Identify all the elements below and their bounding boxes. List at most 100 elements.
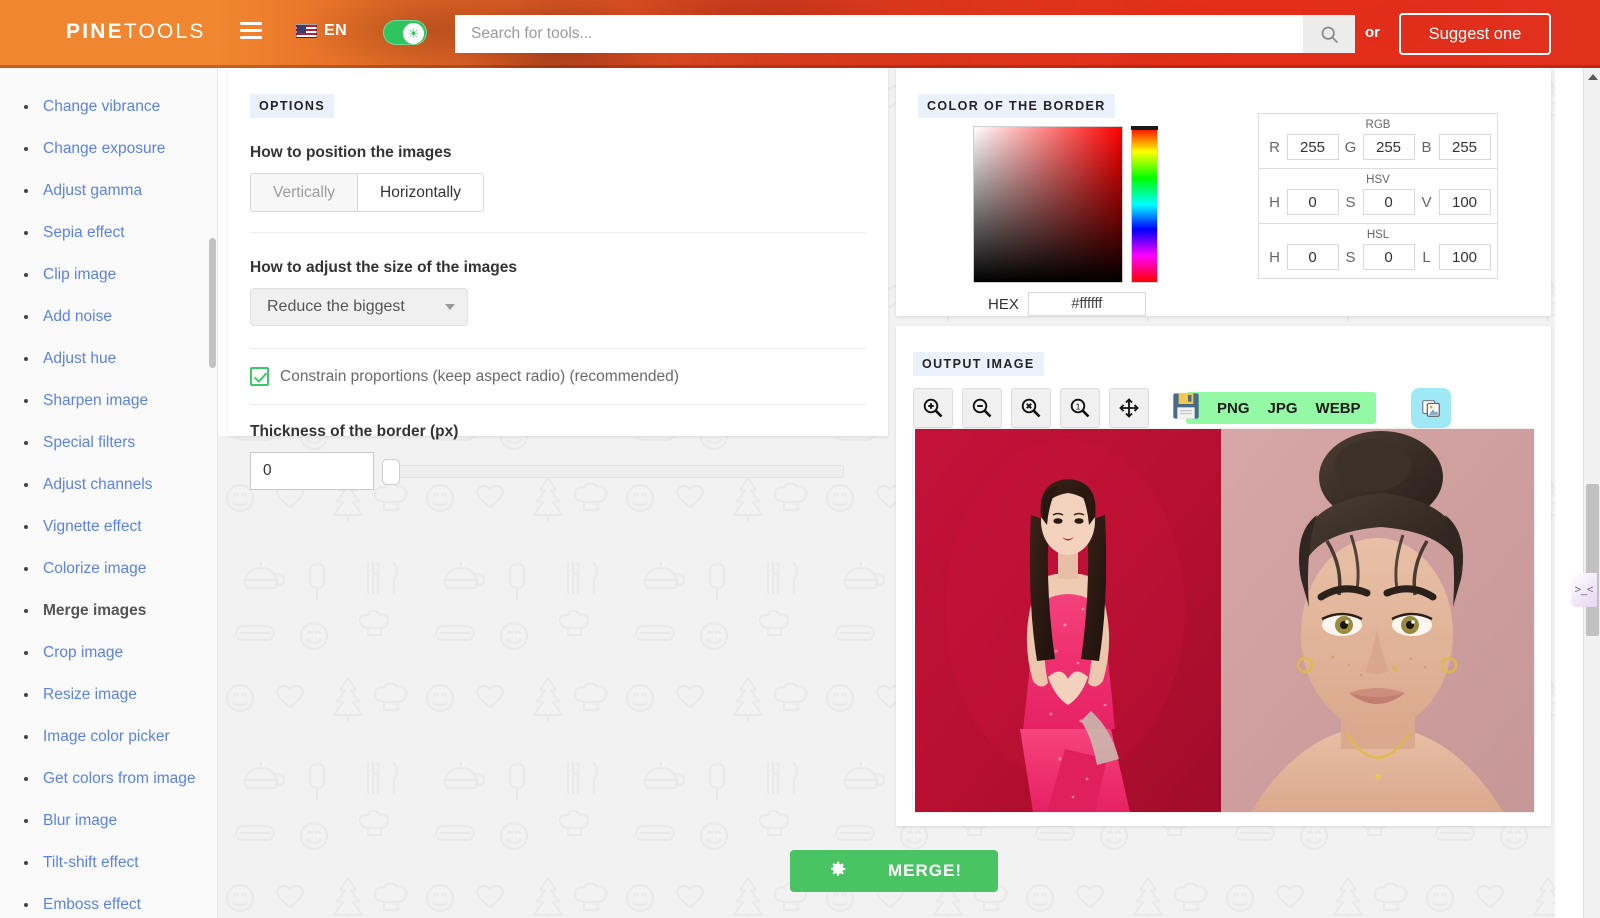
sidebar-item-change-exposure[interactable]: Change exposure xyxy=(24,128,217,170)
size-select[interactable]: Reduce the biggest xyxy=(250,288,468,326)
color-field-rgb-g[interactable] xyxy=(1362,134,1415,160)
zoom-in-button[interactable] xyxy=(913,388,953,428)
theme-toggle[interactable]: ☀ xyxy=(383,20,427,45)
sidebar-item-label[interactable]: Adjust gamma xyxy=(43,182,142,199)
sidebar-item-label[interactable]: Colorize image xyxy=(43,560,146,577)
bullet-icon xyxy=(24,861,28,865)
bullet-icon xyxy=(24,273,28,277)
sidebar-item-label[interactable]: Vignette effect xyxy=(43,518,142,535)
format-png-button[interactable]: PNG xyxy=(1208,400,1259,417)
copy-images-button[interactable] xyxy=(1410,388,1451,428)
position-horizontal-button[interactable]: Horizontally xyxy=(357,174,484,211)
sidebar-item-resize-image[interactable]: Resize image xyxy=(24,674,217,716)
color-field-hsl-s[interactable] xyxy=(1362,244,1415,270)
sidebar-item-label[interactable]: Blur image xyxy=(43,812,117,829)
merge-button[interactable]: MERGE! xyxy=(790,850,998,892)
sun-icon: ☀ xyxy=(403,23,424,44)
saturation-value-square[interactable] xyxy=(973,126,1123,283)
zoom-reset-icon xyxy=(1021,398,1041,418)
hex-input[interactable] xyxy=(1027,292,1146,316)
move-icon xyxy=(1119,398,1139,418)
sidebar-item-get-colors-from-image[interactable]: Get colors from image xyxy=(24,758,217,800)
logo-tools: TOOLS xyxy=(123,20,206,43)
constrain-proportions-label: Constrain proportions (keep aspect radio… xyxy=(280,367,679,385)
page-scrollbar[interactable] xyxy=(1583,68,1600,918)
bullet-icon xyxy=(24,441,28,445)
sidebar-item-label[interactable]: Merge images xyxy=(43,602,146,619)
hamburger-icon[interactable] xyxy=(240,22,262,44)
color-field-hsv-s[interactable] xyxy=(1362,189,1415,215)
sidebar-item-label[interactable]: Get colors from image xyxy=(43,770,195,787)
color-field-rgb-b[interactable] xyxy=(1438,134,1491,160)
zoom-reset-button[interactable] xyxy=(1011,388,1051,428)
sidebar-item-adjust-hue[interactable]: Adjust hue xyxy=(24,338,217,380)
sidebar-item-image-color-picker[interactable]: Image color picker xyxy=(24,716,217,758)
size-label: How to adjust the size of the images xyxy=(250,259,517,276)
sidebar-item-label[interactable]: Adjust channels xyxy=(43,476,152,493)
feedback-widget[interactable]: >_< xyxy=(1571,573,1597,607)
sidebar-item-label[interactable]: Crop image xyxy=(43,644,123,661)
border-thickness-input[interactable] xyxy=(250,452,374,490)
language-selector[interactable]: EN xyxy=(296,22,347,40)
merged-output-image[interactable] xyxy=(913,429,1534,812)
page-scrollbar-thumb[interactable] xyxy=(1586,484,1599,636)
constrain-proportions-row[interactable]: Constrain proportions (keep aspect radio… xyxy=(250,367,866,386)
position-vertical-button[interactable]: Vertically xyxy=(251,174,358,211)
sidebar-item-change-vibrance[interactable]: Change vibrance xyxy=(24,86,217,128)
sidebar-item-sepia-effect[interactable]: Sepia effect xyxy=(24,212,217,254)
sidebar-item-add-noise[interactable]: Add noise xyxy=(24,296,217,338)
sidebar-item-vignette-effect[interactable]: Vignette effect xyxy=(24,506,217,548)
sidebar-item-adjust-channels[interactable]: Adjust channels xyxy=(24,464,217,506)
sidebar-item-label[interactable]: Clip image xyxy=(43,266,116,283)
sidebar-item-sharpen-image[interactable]: Sharpen image xyxy=(24,380,217,422)
sidebar-item-crop-image[interactable]: Crop image xyxy=(24,632,217,674)
zoom-actual-size-button[interactable]: 1 xyxy=(1060,388,1100,428)
scroll-up-arrow-icon[interactable] xyxy=(1588,74,1598,80)
search-button[interactable] xyxy=(1303,15,1355,53)
border-thickness-slider[interactable] xyxy=(382,458,844,485)
color-values-table: RGBRGBHSVHSVHSLHSL xyxy=(1258,113,1498,279)
search-input[interactable] xyxy=(455,15,1303,53)
color-field-hsv-v[interactable] xyxy=(1438,189,1491,215)
output-photo-right xyxy=(1221,429,1534,812)
constrain-proportions-checkbox[interactable] xyxy=(250,367,269,386)
sidebar-item-colorize-image[interactable]: Colorize image xyxy=(24,548,217,590)
sidebar-item-adjust-gamma[interactable]: Adjust gamma xyxy=(24,170,217,212)
sidebar-item-blur-image[interactable]: Blur image xyxy=(24,800,217,842)
slider-handle[interactable] xyxy=(382,458,400,485)
bullet-icon xyxy=(24,147,28,151)
sidebar-item-label[interactable]: Tilt-shift effect xyxy=(43,854,139,871)
sidebar-item-label[interactable]: Image color picker xyxy=(43,728,170,745)
color-field-hsl-l[interactable] xyxy=(1438,244,1491,270)
sidebar-item-emboss-effect[interactable]: Emboss effect xyxy=(24,884,217,918)
sidebar-item-tilt-shift-effect[interactable]: Tilt-shift effect xyxy=(24,842,217,884)
bullet-icon xyxy=(24,105,28,109)
hue-slider[interactable] xyxy=(1131,126,1158,283)
sidebar-item-label[interactable]: Emboss effect xyxy=(43,896,141,913)
zoom-out-button[interactable] xyxy=(962,388,1002,428)
sidebar-item-label[interactable]: Resize image xyxy=(43,686,137,703)
color-field-hsl-h[interactable] xyxy=(1286,244,1339,270)
size-select-value: Reduce the biggest xyxy=(267,298,405,315)
format-jpg-button[interactable]: JPG xyxy=(1259,400,1307,417)
search-bar xyxy=(455,15,1355,53)
sidebar-item-label[interactable]: Change vibrance xyxy=(43,98,160,115)
sidebar-item-label[interactable]: Sepia effect xyxy=(43,224,125,241)
sidebar-item-special-filters[interactable]: Special filters xyxy=(24,422,217,464)
sidebar-scrollbar-thumb[interactable] xyxy=(209,238,216,368)
sidebar-item-label[interactable]: Sharpen image xyxy=(43,392,148,409)
suggest-one-button[interactable]: Suggest one xyxy=(1399,13,1551,55)
color-field-rgb-r[interactable] xyxy=(1286,134,1339,160)
color-field-hsv-h[interactable] xyxy=(1286,189,1339,215)
sidebar-item-label[interactable]: Adjust hue xyxy=(43,350,116,367)
sidebar-item-merge-images[interactable]: Merge images xyxy=(24,590,217,632)
sidebar-item-label[interactable]: Special filters xyxy=(43,434,135,451)
move-button[interactable] xyxy=(1109,388,1149,428)
floppy-disk-icon[interactable] xyxy=(1170,390,1202,427)
sidebar-item-label[interactable]: Change exposure xyxy=(43,140,165,157)
output-image-panel: OUTPUT IMAGE 1 PNG JPG WEBP xyxy=(896,326,1551,826)
site-logo[interactable]: PINETOOLS xyxy=(66,20,206,44)
sidebar-item-clip-image[interactable]: Clip image xyxy=(24,254,217,296)
format-webp-button[interactable]: WEBP xyxy=(1307,400,1370,417)
sidebar-item-label[interactable]: Add noise xyxy=(43,308,112,325)
